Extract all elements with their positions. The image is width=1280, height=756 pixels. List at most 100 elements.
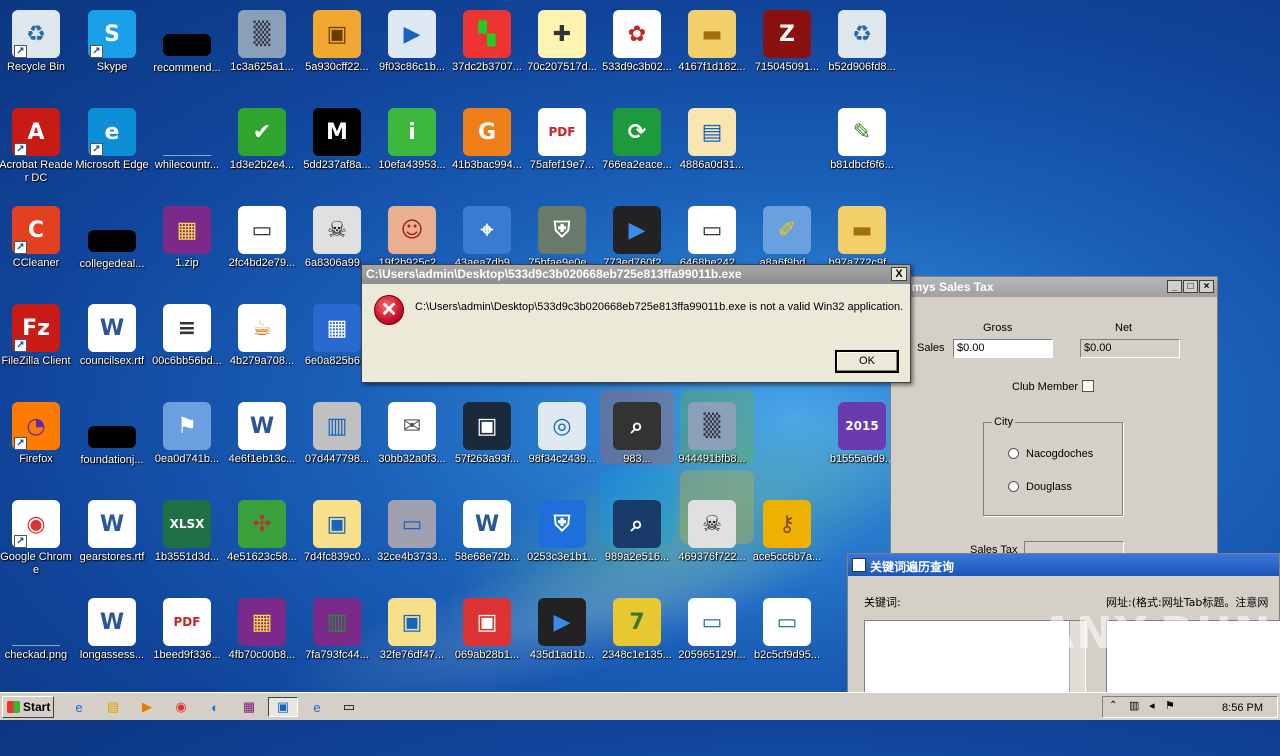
desktop-icon[interactable]: ▣ 069ab28b1... [449,592,525,682]
desktop-icon[interactable]: ≡ 00c6bb56bd... [149,298,225,388]
maximize-button[interactable]: □ [1183,280,1198,293]
desktop-icon[interactable]: ▭ 32ce4b3733... [374,494,450,584]
chrome-taskbar-icon[interactable]: ◉ [170,697,192,717]
desktop-icon[interactable]: G 41b3bac994... [449,102,525,192]
desktop-icon-label: 5a930cff22... [305,61,369,73]
desktop-icon[interactable]: ◎ 98f34c2439... [524,396,600,486]
desktop-icon[interactable]: ▒ 944491bfb8... [674,396,750,486]
desktop-icon[interactable]: ▚ 37dc2b3707... [449,4,525,94]
desktop-icon[interactable]: ▥ 07d447798... [299,396,375,486]
shortcut-arrow-icon: ↗ [14,535,27,548]
desktop-icon[interactable]: ▶ 9f03c86c1b... [374,4,450,94]
desktop-icon[interactable]: Z 715045091... [749,4,825,94]
desktop-icon[interactable]: ✿ 533d9c3b02... [599,4,675,94]
desktop-icon[interactable]: PDF 75afef19e7... [524,102,600,192]
desktop-icon[interactable]: XLSX 1b3551d3d... [149,494,225,584]
desktop-icon[interactable]: ▭ 205965129f... [674,592,750,682]
desktop-icon[interactable]: Wcouncilsex.rtf [74,298,150,388]
desktop-icon[interactable]: ⛨ 0253c3e1b1... [524,494,600,584]
desktop-icon[interactable]: S ↗ Skype [74,4,150,94]
desktop-icon[interactable]: ✚ 70c207517d... [524,4,600,94]
network-icon[interactable]: ▥ [1129,699,1139,712]
desktop-icon[interactable]: ♻ ↗ Recycle Bin [0,4,74,94]
desktop-icon[interactable]: whilecountr... [149,102,225,192]
desktop-icon[interactable]: ▣ 57f263a93f... [449,396,525,486]
window-taskbar-icon[interactable]: ▭ [338,697,360,717]
desktop-icon[interactable]: ✉ 30bb32a0f3... [374,396,450,486]
desktop-icon[interactable]: ⚑ 0ea0d741b... [149,396,225,486]
desktop-icon-label: 41b3bac994... [452,159,522,171]
desktop-icon[interactable]: ♻ b52d906fd8... [824,4,900,94]
sales-gross-input[interactable]: $0.00 [953,339,1053,358]
desktop-icon[interactable]: ▬ 4167f1d182... [674,4,750,94]
radio-nacogdoches[interactable] [1008,448,1019,459]
desktop-icon[interactable]: recommend... [149,4,225,94]
pattern-icon: ✿ [613,10,661,58]
desktop-icon[interactable]: Wlongassess... [74,592,150,682]
ie-taskbar-icon[interactable]: e [68,697,90,717]
desktop-icon[interactable]: collegedeal... [74,200,150,290]
desktop-icon[interactable]: A ↗ Acrobat Reader DC [0,102,74,192]
desktop-icon[interactable]: ⚷ ace5cc6b7a... [749,494,825,584]
action-center-flag-icon[interactable]: ⚑ [1165,699,1175,712]
close-button[interactable]: × [1199,280,1214,293]
desktop-icon[interactable]: ▭ 2fc4bd2e79... [224,200,300,290]
desktop-icon[interactable]: W 4e6f1eb13c... [224,396,300,486]
media-player-taskbar-icon[interactable]: ▶ [136,697,158,717]
winrar-taskbar-icon[interactable]: ▦ [238,697,260,717]
desktop-icon[interactable]: ⌕ 983... [599,396,675,486]
desktop-icon[interactable]: 2015 b1555a6d9... [824,396,900,486]
desktop-icon-label: 766ea2eace... [602,159,672,171]
radio-douglass[interactable] [1008,481,1019,492]
desktop-icon[interactable]: 7 2348c1e135... [599,592,675,682]
desktop-icon[interactable]: checkad.png [0,592,74,682]
desktop-icon[interactable]: ⌕ 989a2e516... [599,494,675,584]
desktop-icon[interactable]: C ↗ CCleaner [0,200,74,290]
app-taskbar-button[interactable]: ▣ [268,697,298,717]
explorer-taskbar-icon[interactable]: ▤ [102,697,124,717]
desktop-icon[interactable]: foundationj... [74,396,150,486]
desktop-icon[interactable]: ☕ 4b279a708... [224,298,300,388]
desktop-icon[interactable]: ▦ 4fb70c00b8... [224,592,300,682]
desktop-icon[interactable]: ▦ 1.zip [149,200,225,290]
desktop-icon[interactable]: ▤ 4886a0d31... [674,102,750,192]
desktop-icon[interactable]: ✣ 4e51623c58... [224,494,300,584]
window-titlebar[interactable]: mmys Sales Tax _ □ × [891,277,1217,297]
show-hidden-icons-icon[interactable]: ⌃ [1109,700,1117,711]
window-titlebar[interactable]: 关键词遍历查询 [848,554,1279,576]
desktop-icon[interactable]: ◔ ↗ Firefox [0,396,74,486]
desktop-icon[interactable]: e ↗ Microsoft Edge [74,102,150,192]
desktop-icon[interactable]: ▣ 32fe76df47... [374,592,450,682]
sales-label: Sales [917,342,945,354]
window-icon: ▭ [688,206,736,254]
desktop-icon-label: Google Chrome [0,551,72,576]
minimize-button[interactable]: _ [1167,280,1182,293]
desktop-icon[interactable]: ▭ b2c5cf9d95... [749,592,825,682]
club-member-checkbox[interactable] [1082,380,1094,392]
desktop-icon[interactable]: ▣ 7d4fc839c0... [299,494,375,584]
desktop-icon-label: 32ce4b3733... [377,551,447,563]
desktop-icon[interactable]: Wgearstores.rtf [74,494,150,584]
desktop-icon[interactable]: ✎ b81dbcf6f6... [824,102,900,192]
desktop-icon[interactable]: ▒ 1c3a625a1... [224,4,300,94]
desktop-icon[interactable]: ▶ 435d1ad1b... [524,592,600,682]
desktop-icon[interactable]: i 10efa43953... [374,102,450,192]
edge-taskbar-icon[interactable]: ◐ [204,697,226,717]
dialog-titlebar[interactable]: C:\Users\admin\Desktop\533d9c3b020668eb7… [362,265,910,284]
start-button[interactable]: Start [2,696,54,718]
volume-icon[interactable]: ◂ [1149,699,1155,712]
desktop-icon[interactable]: ▣ 5a930cff22... [299,4,375,94]
desktop-icon[interactable]: ✔ 1d3e2b2e4... [224,102,300,192]
desktop-icon[interactable]: ⟳ 766ea2eace... [599,102,675,192]
ie-taskbar-icon[interactable]: e [306,697,328,717]
desktop-icon[interactable]: ☠ 469376f722... [674,494,750,584]
ok-button[interactable]: OK [835,350,899,373]
desktop-icon[interactable]: W 58e68e72b... [449,494,525,584]
desktop-icon[interactable]: PDF 1beed9f336... [149,592,225,682]
desktop-icon[interactable]: ◉ ↗ Google Chrome [0,494,74,584]
desktop-icon[interactable]: ▥ 7fa793fc44... [299,592,375,682]
desktop-icon[interactable]: M 5dd237af8a... [299,102,375,192]
clock[interactable]: 8:56 PM [1222,702,1263,714]
desktop-icon[interactable]: Fz ↗ FileZilla Client [0,298,74,388]
close-button[interactable]: X [891,267,907,281]
